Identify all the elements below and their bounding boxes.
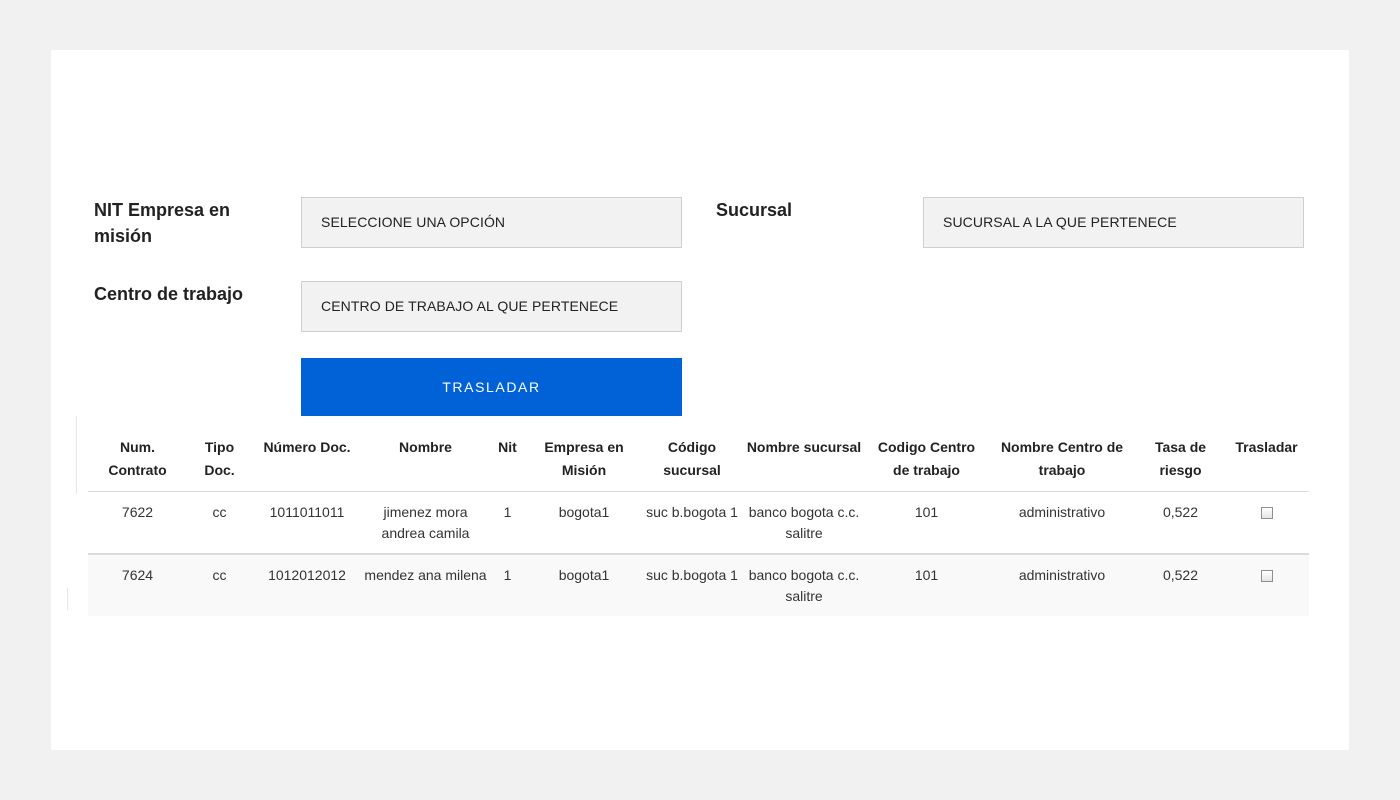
trasladar-checkbox[interactable] (1260, 570, 1273, 582)
header-nombre-sucursal: Nombre sucursal (742, 425, 866, 492)
cell-empresa: bogota1 (526, 554, 642, 616)
cell-nombre-sucursal: banco bogota c.c. salitre (742, 554, 866, 616)
centro-trabajo-label: Centro de trabajo (94, 284, 244, 304)
trasladar-checkbox[interactable] (1260, 507, 1273, 519)
cell-nit: 1 (489, 554, 526, 616)
trasladar-button[interactable]: TRASLADAR (301, 358, 682, 416)
header-nit: Nit (489, 425, 526, 492)
cell-numero-doc: 1012012012 (252, 554, 362, 616)
header-tasa-riesgo: Tasa de riesgo (1137, 425, 1224, 492)
cell-empresa: bogota1 (526, 491, 642, 555)
cell-numero-doc: 1011011011 (252, 491, 362, 555)
centro-trabajo-select[interactable]: CENTRO DE TRABAJO AL QUE PERTENECE (301, 281, 682, 332)
table-row: 7622 cc 1011011011 jimenez mora andrea c… (88, 491, 1309, 555)
divider-line (67, 588, 68, 610)
cell-trasladar (1224, 554, 1309, 616)
nit-empresa-label: NIT Empresa en misión (94, 200, 231, 246)
nit-empresa-select[interactable]: SELECCIONE UNA OPCIÓN (301, 197, 682, 248)
cell-contrato: 7624 (88, 554, 187, 616)
cell-tasa: 0,522 (1137, 491, 1224, 555)
header-numero-doc: Número Doc. (252, 425, 362, 492)
table-header-row: Num. Contrato Tipo Doc. Número Doc. Nomb… (88, 425, 1309, 492)
sucursal-label: Sucursal (716, 200, 793, 220)
cell-codigo-centro: 101 (866, 491, 987, 555)
cell-codigo-sucursal: suc b.bogota 1 (642, 554, 742, 616)
cell-nombre: jimenez mora andrea camila (362, 491, 489, 555)
table-row: 7624 cc 1012012012 mendez ana milena 1 b… (88, 554, 1309, 616)
main-card: NIT Empresa en misión SELECCIONE UNA OPC… (51, 50, 1349, 750)
header-tipo-doc: Tipo Doc. (187, 425, 252, 492)
sucursal-select[interactable]: SUCURSAL A LA QUE PERTENECE (923, 197, 1304, 248)
cell-contrato: 7622 (88, 491, 187, 555)
cell-tipo-doc: cc (187, 554, 252, 616)
cell-nombre-centro: administrativo (987, 491, 1137, 555)
cell-nombre: mendez ana milena (362, 554, 489, 616)
header-codigo-centro: Codigo Centro de trabajo (866, 425, 987, 492)
header-nombre: Nombre (362, 425, 489, 492)
header-empresa-mision: Empresa en Misión (526, 425, 642, 492)
cell-trasladar (1224, 491, 1309, 555)
table-header: Num. Contrato Tipo Doc. Número Doc. Nomb… (88, 425, 1309, 492)
contracts-table: Num. Contrato Tipo Doc. Número Doc. Nomb… (88, 425, 1309, 616)
cell-codigo-centro: 101 (866, 554, 987, 616)
cell-nombre-centro: administrativo (987, 554, 1137, 616)
cell-nombre-sucursal: banco bogota c.c. salitre (742, 491, 866, 555)
header-nombre-centro: Nombre Centro de trabajo (987, 425, 1137, 492)
cell-tipo-doc: cc (187, 491, 252, 555)
cell-codigo-sucursal: suc b.bogota 1 (642, 491, 742, 555)
cell-nit: 1 (489, 491, 526, 555)
divider-line (76, 416, 77, 494)
cell-tasa: 0,522 (1137, 554, 1224, 616)
header-codigo-sucursal: Código sucursal (642, 425, 742, 492)
header-num-contrato: Num. Contrato (88, 425, 187, 492)
header-trasladar: Trasladar (1224, 425, 1309, 492)
